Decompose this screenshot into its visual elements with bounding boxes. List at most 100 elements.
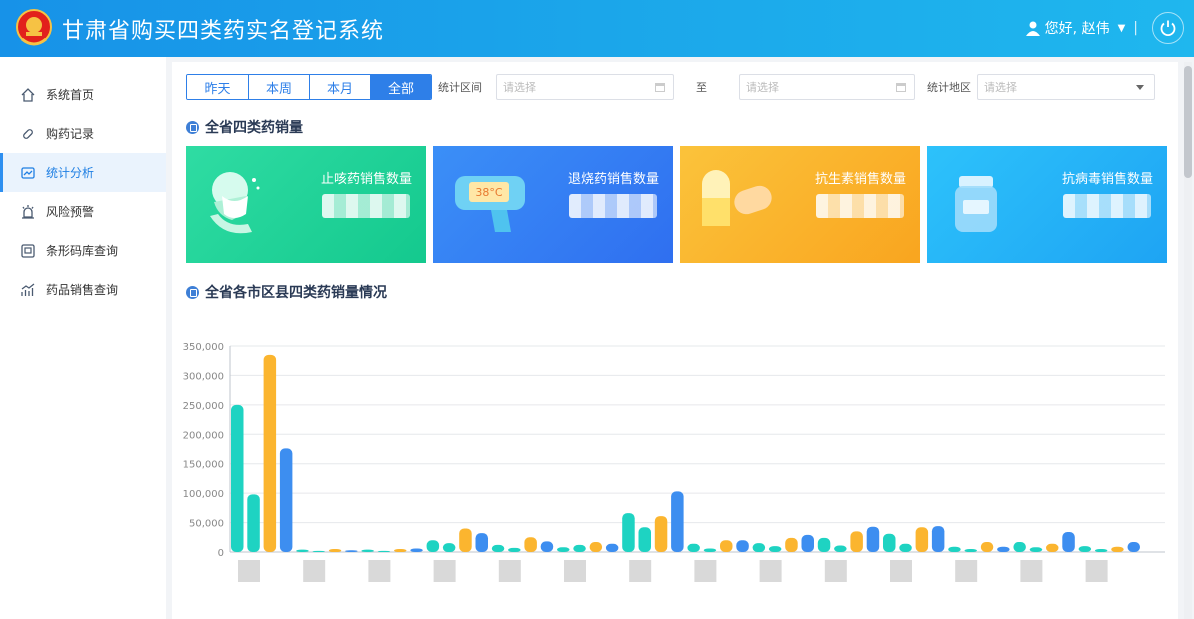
calendar-icon <box>896 83 906 92</box>
x-tick-label-masked <box>564 560 586 582</box>
main-panel: 昨天 本周 本月 全部 统计区间 请选择 至 请选择 统计地区 请选择 全省四类… <box>172 62 1178 619</box>
sidebar-item-risk-alert[interactable]: 风险预警 <box>0 192 166 231</box>
chart-bar[interactable] <box>557 547 570 552</box>
tab-this-month[interactable]: 本月 <box>309 75 370 99</box>
chart-bar[interactable] <box>736 540 749 552</box>
section-title-summary: 全省四类药销量 <box>186 117 303 137</box>
chart-bar[interactable] <box>1127 541 1141 552</box>
chart-bar[interactable] <box>573 544 586 552</box>
chart-bar[interactable] <box>410 548 423 552</box>
range-to-label: 至 <box>696 81 707 94</box>
sidebar-item-sales-query[interactable]: 药品销售查询 <box>0 270 166 309</box>
card-antibiotic[interactable]: 抗生素销售数量 <box>680 146 920 263</box>
chart-bar[interactable] <box>263 354 277 552</box>
scrollbar-thumb[interactable] <box>1184 66 1192 178</box>
card-cough-medicine[interactable]: 止咳药销售数量 <box>186 146 426 263</box>
chart-bar[interactable] <box>801 534 815 552</box>
chart-bar[interactable] <box>540 541 554 552</box>
chart-bar[interactable] <box>638 527 652 552</box>
tab-this-week[interactable]: 本周 <box>248 75 309 99</box>
chart-bar[interactable] <box>328 549 342 552</box>
chart-bar[interactable] <box>459 528 472 552</box>
chart-bar[interactable] <box>785 537 798 552</box>
filter-bar: 昨天 本周 本月 全部 统计区间 请选择 至 请选择 统计地区 请选择 <box>186 74 1155 100</box>
tab-all[interactable]: 全部 <box>370 75 431 99</box>
chart-bar[interactable] <box>720 540 733 552</box>
chart-bar[interactable] <box>687 543 700 552</box>
tab-yesterday[interactable]: 昨天 <box>187 75 248 99</box>
chart-bar[interactable] <box>768 546 782 552</box>
chart-bar[interactable] <box>1029 547 1043 552</box>
chart-bar[interactable] <box>1013 541 1026 552</box>
header-separator: | <box>1133 20 1138 36</box>
chart-bar[interactable] <box>997 546 1010 552</box>
chart-bar[interactable] <box>817 537 831 552</box>
chart-bar[interactable] <box>752 543 766 552</box>
chart-bar[interactable] <box>247 494 260 552</box>
chart-bar[interactable] <box>1078 546 1092 552</box>
region-label: 统计地区 <box>927 81 971 94</box>
sidebar-item-label: 购药记录 <box>46 127 95 141</box>
top-header: 甘肃省购买四类药实名登记系统 您好, 赵伟 ▼ | <box>0 0 1194 57</box>
y-tick-label: 0 <box>218 548 224 559</box>
chart-bar[interactable] <box>915 527 929 552</box>
chart-bar[interactable] <box>361 549 374 552</box>
user-icon <box>1025 21 1040 36</box>
chart-bar[interactable] <box>394 549 407 552</box>
chart-bar[interactable] <box>703 548 717 552</box>
chart-bar[interactable] <box>524 537 537 552</box>
section-bullet-icon <box>186 120 199 134</box>
card-fever-medicine[interactable]: 38°C 退烧药销售数量 <box>433 146 673 263</box>
card-label: 抗病毒销售数量 <box>1061 172 1153 187</box>
chart-bar[interactable] <box>605 543 619 552</box>
chart-bar[interactable] <box>345 550 358 552</box>
chart-bar[interactable] <box>834 545 847 552</box>
sidebar-item-home[interactable]: 系统首页 <box>0 75 166 114</box>
card-label: 退烧药销售数量 <box>567 172 659 187</box>
chart-bar[interactable] <box>589 541 603 552</box>
chart-bar[interactable] <box>377 550 391 552</box>
chart-bar[interactable] <box>1111 546 1124 552</box>
chart-bar[interactable] <box>296 549 309 552</box>
chart-bar[interactable] <box>622 513 635 552</box>
chart-bar[interactable] <box>654 516 668 552</box>
user-menu[interactable]: 您好, 赵伟 ▼ | <box>1025 18 1138 38</box>
regional-sales-bar-chart: 0 50,000 100,000 150,000 200,000 250,000 300,0… <box>183 342 1165 582</box>
chart-bar[interactable] <box>1062 531 1075 552</box>
chart-bar[interactable] <box>426 540 440 552</box>
sidebar-item-purchase-records[interactable]: 购药记录 <box>0 114 166 153</box>
chart-bar[interactable] <box>931 526 945 552</box>
cough-icon <box>210 172 260 234</box>
x-tick-label-masked <box>498 560 521 582</box>
chart-bar[interactable] <box>980 541 994 552</box>
chart-bar[interactable] <box>899 543 912 552</box>
x-tick-label-masked <box>303 560 326 582</box>
region-select[interactable]: 请选择 <box>977 74 1155 100</box>
sidebar-item-statistics[interactable]: 统计分析 <box>0 153 166 192</box>
section-title-text: 全省各市区县四类药销量情况 <box>205 285 387 301</box>
chart-bar[interactable] <box>1046 543 1059 552</box>
sidebar-item-label: 药品销售查询 <box>46 283 119 297</box>
chart-bar[interactable] <box>866 526 880 552</box>
chart-bar[interactable] <box>850 531 863 552</box>
chart-bar[interactable] <box>508 547 521 552</box>
range-end-input[interactable]: 请选择 <box>739 74 915 100</box>
chart-bar[interactable] <box>491 544 505 552</box>
chart-bar[interactable] <box>442 543 456 552</box>
x-tick-label-masked <box>694 560 717 582</box>
chart-bar[interactable] <box>948 546 961 552</box>
chart-bar[interactable] <box>475 533 489 552</box>
chart-bar[interactable] <box>231 404 244 552</box>
range-start-input[interactable]: 请选择 <box>496 74 674 100</box>
chart-bar[interactable] <box>964 549 978 552</box>
sidebar-item-barcode-query[interactable]: 条形码库查询 <box>0 231 166 270</box>
chart-bar[interactable] <box>312 550 326 552</box>
alarm-icon <box>22 204 34 219</box>
chart-bar[interactable] <box>883 533 896 552</box>
chart-icon <box>21 166 35 179</box>
chart-bar[interactable] <box>279 448 293 552</box>
chart-bar[interactable] <box>671 491 684 552</box>
card-antiviral[interactable]: 抗病毒销售数量 <box>927 146 1167 263</box>
logout-button[interactable] <box>1152 12 1184 44</box>
chart-bar[interactable] <box>1094 549 1108 552</box>
